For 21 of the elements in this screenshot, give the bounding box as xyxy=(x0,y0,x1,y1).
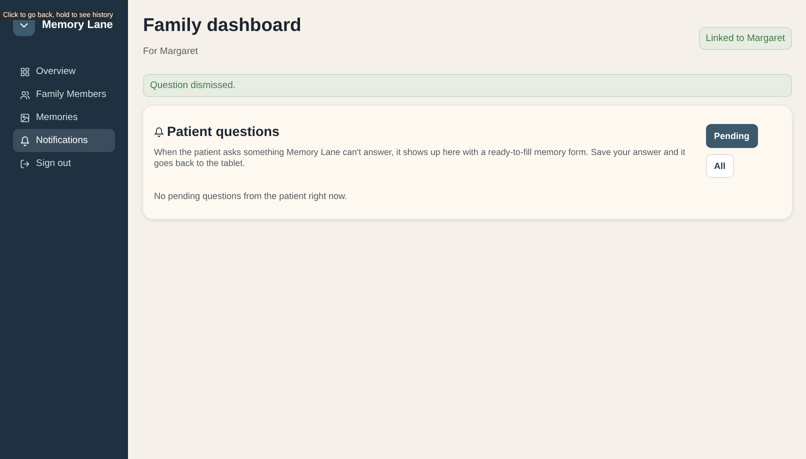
filter-button[interactable]: All xyxy=(706,154,734,178)
card-title: Patient questions xyxy=(167,124,280,139)
sidebar-item[interactable]: Overview xyxy=(13,60,115,83)
image-icon xyxy=(20,112,30,122)
brand-name: Memory Lane xyxy=(42,19,113,31)
linked-badge: Linked to Margaret xyxy=(698,27,792,50)
grid-icon xyxy=(20,66,30,76)
filter-button[interactable]: Pending xyxy=(706,124,758,148)
card-description: When the patient asks something Memory Lane can't answer, it shows up here with a ready-to-fill memory form. Save your answer and it goes back to the tablet. xyxy=(154,147,686,169)
sidebar-item[interactable]: Sign out xyxy=(13,152,115,175)
bell-icon xyxy=(20,136,30,146)
bell-icon xyxy=(154,126,164,136)
empty-message: No pending questions from the patient right now. xyxy=(154,190,348,201)
page-title: Family dashboard xyxy=(143,14,302,36)
logout-icon xyxy=(20,158,30,168)
page-subtitle: For Margaret xyxy=(143,46,199,57)
sidebar-item[interactable]: Memories xyxy=(13,106,115,129)
sidebar-item[interactable]: Family Members xyxy=(13,83,115,106)
sidebar-item[interactable]: Notifications xyxy=(13,129,115,152)
users-icon xyxy=(20,90,30,100)
success-alert: Question dismissed. xyxy=(143,74,792,97)
